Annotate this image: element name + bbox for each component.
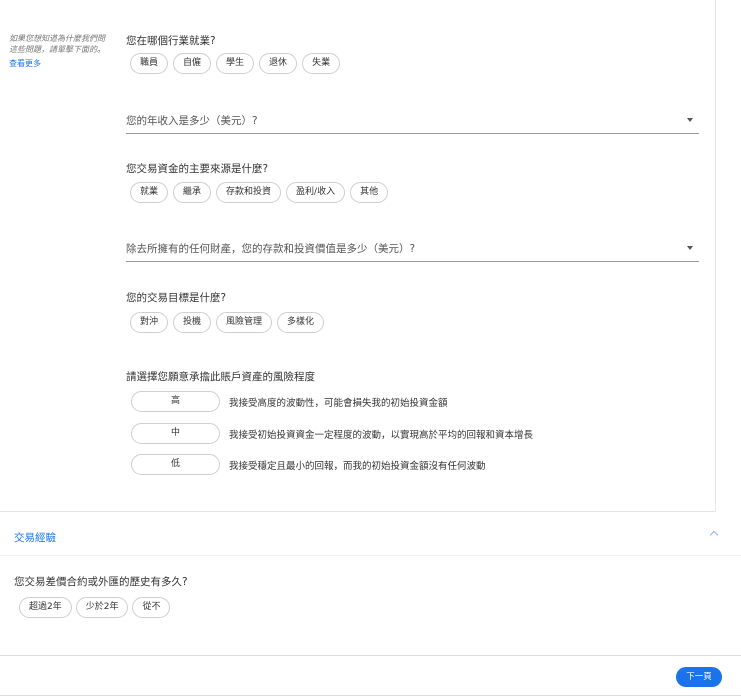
industry-option-unemployed[interactable]: 失業 [302, 53, 341, 74]
industry-options: 職員 自僱 學生 退休 失業 [130, 53, 341, 74]
goal-question: 您的交易目標是什麼? [126, 292, 227, 304]
industry-option-employee[interactable]: 職員 [130, 53, 169, 74]
annual-income-placeholder: 您的年收入是多少（美元）? [126, 115, 258, 127]
experience-question: 您交易差價合約或外匯的歷史有多久? [14, 576, 188, 588]
industry-option-student[interactable]: 學生 [216, 53, 255, 74]
risk-option-high[interactable]: 高 [131, 391, 220, 412]
experience-option-under-2-years[interactable]: 少於2年 [75, 597, 129, 618]
savings-value-select[interactable]: 除去所擁有的任何財產，您的存款和投資價值是多少（美元）? [126, 240, 699, 262]
industry-question: 您在哪個行業就業? [126, 35, 216, 47]
trading-experience-title[interactable]: 交易經驗 [14, 530, 56, 545]
funds-option-profit[interactable]: 盈利/收入 [286, 182, 346, 203]
goal-option-risk-management[interactable]: 風險管理 [216, 312, 273, 333]
next-page-button[interactable]: 下一頁 [676, 667, 722, 687]
funds-option-savings[interactable]: 存款和投資 [216, 182, 282, 203]
experience-option-never[interactable]: 從不 [132, 597, 171, 618]
chevron-down-icon [687, 118, 693, 122]
industry-option-self-employed[interactable]: 自僱 [173, 53, 212, 74]
risk-row-low: 低 我接受穩定且最小的回報，而我的初始投資金額沒有任何波動 [131, 454, 486, 475]
goal-option-diversification[interactable]: 多樣化 [277, 312, 325, 333]
goal-option-hedge[interactable]: 對沖 [130, 312, 169, 333]
risk-desc-low: 我接受穩定且最小的回報，而我的初始投資金額沒有任何波動 [229, 460, 486, 472]
funds-source-options: 就業 繼承 存款和投資 盈利/收入 其他 [130, 182, 389, 203]
experience-option-over-2-years[interactable]: 超過2年 [19, 597, 72, 618]
funds-source-question: 您交易資金的主要來源是什麼? [126, 163, 269, 175]
risk-option-low[interactable]: 低 [131, 454, 220, 475]
funds-option-other[interactable]: 其他 [350, 182, 389, 203]
risk-row-medium: 中 我接受初始投資資金一定程度的波動，以實現高於平均的回報和資本增長 [131, 423, 533, 444]
goal-option-speculation[interactable]: 投機 [173, 312, 212, 333]
funds-option-inheritance[interactable]: 繼承 [173, 182, 212, 203]
annual-income-select[interactable]: 您的年收入是多少（美元）? [126, 112, 699, 134]
footer-bar: 下一頁 [0, 655, 741, 699]
risk-question: 請選擇您願意承擔此賬戶資產的風險程度 [126, 371, 315, 383]
chevron-down-icon [687, 246, 693, 250]
risk-desc-high: 我接受高度的波動性，可能會損失我的初始投資金額 [229, 397, 448, 409]
experience-options: 超過2年 少於2年 從不 [19, 597, 171, 618]
goal-options: 對沖 投機 風險管理 多樣化 [130, 312, 325, 333]
chevron-up-icon[interactable] [709, 530, 719, 540]
footer-divider [0, 695, 741, 696]
savings-value-placeholder: 除去所擁有的任何財產，您的存款和投資價值是多少（美元）? [126, 243, 416, 255]
risk-option-medium[interactable]: 中 [131, 423, 220, 444]
help-sidebar: 如果您想知道為什麼我們問這些問題，請單擊下面的。 查看更多 [9, 33, 109, 69]
trading-experience-header[interactable]: 交易經驗 [0, 518, 741, 556]
risk-desc-medium: 我接受初始投資資金一定程度的波動，以實現高於平均的回報和資本增長 [229, 429, 534, 441]
risk-row-high: 高 我接受高度的波動性，可能會損失我的初始投資金額 [131, 391, 448, 412]
help-text: 如果您想知道為什麼我們問這些問題，請單擊下面的。 [9, 34, 105, 54]
see-more-link[interactable]: 查看更多 [9, 58, 109, 69]
profile-card: 如果您想知道為什麼我們問這些問題，請單擊下面的。 查看更多 您在哪個行業就業? … [0, 0, 716, 512]
funds-option-employment[interactable]: 就業 [130, 182, 169, 203]
industry-option-retired[interactable]: 退休 [259, 53, 298, 74]
